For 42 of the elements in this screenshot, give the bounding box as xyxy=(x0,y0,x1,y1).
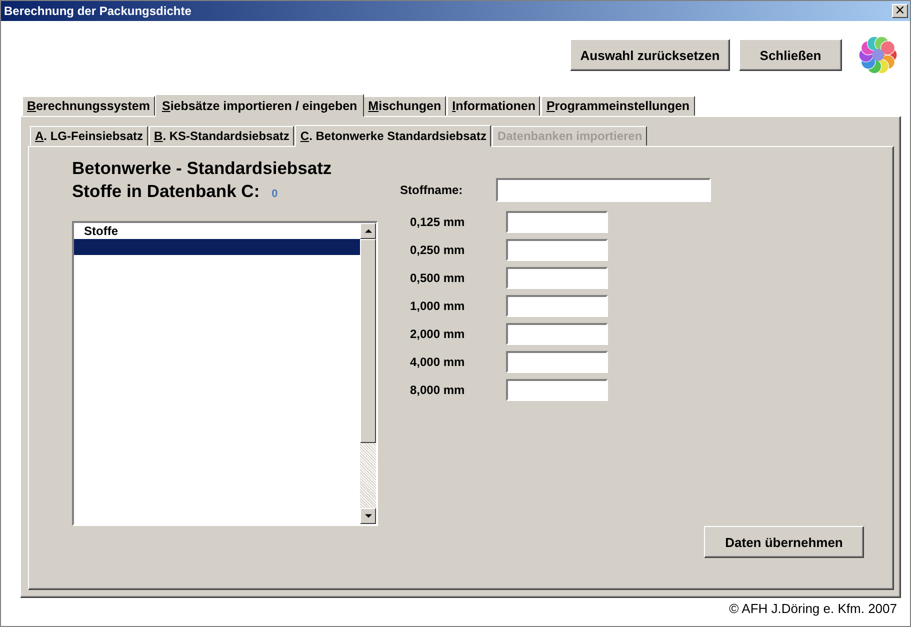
field-label: 0,250 mm xyxy=(409,243,466,257)
copyright-text: © AFH J.Döring e. Kfm. 2007 xyxy=(729,601,897,616)
tab[interactable]: B. KS-Standardsiebsatz xyxy=(149,126,294,146)
tab[interactable]: Siebsätze importieren / eingeben xyxy=(154,94,364,117)
window-title: Berechnung der Packungsdichte xyxy=(4,4,192,18)
scroll-thumb[interactable] xyxy=(360,239,376,443)
field-label: 0,500 mm xyxy=(409,271,466,285)
tab[interactable]: Informationen xyxy=(447,96,540,116)
field-label: Stoffname: xyxy=(400,183,464,197)
scrollbar[interactable] xyxy=(360,223,376,524)
input-field[interactable] xyxy=(506,295,608,317)
input-field[interactable] xyxy=(506,267,608,289)
input-field[interactable] xyxy=(506,211,608,233)
spheres-logo-icon xyxy=(858,35,898,75)
scroll-down-button[interactable] xyxy=(360,508,376,524)
apply-button[interactable]: Daten übernehmen xyxy=(704,526,864,558)
field-label: 1,000 mm xyxy=(409,299,466,313)
close-button[interactable]: × xyxy=(892,4,908,18)
column-header: Stoffe xyxy=(83,223,119,239)
input-field[interactable] xyxy=(506,379,608,401)
count-value: 0 xyxy=(272,188,278,200)
count-label: Stoffe in Datenbank C: xyxy=(72,180,260,203)
tab[interactable]: A. LG-Feinsiebsatz xyxy=(30,126,148,146)
down-triangle-icon xyxy=(364,514,372,518)
input-field[interactable] xyxy=(506,351,608,373)
heading: Betonwerke - Standardsiebsatz xyxy=(72,157,333,180)
tab[interactable]: Programmeinstellungen xyxy=(541,96,695,116)
close-dialog-button[interactable]: Schließen xyxy=(739,39,842,71)
tab[interactable]: C. Betonwerke Standardsiebsatz xyxy=(295,125,492,147)
field-label: 0,125 mm xyxy=(409,215,466,229)
scroll-up-button[interactable] xyxy=(360,223,376,239)
field-label: 2,000 mm xyxy=(409,327,466,341)
input-field[interactable] xyxy=(506,323,608,345)
up-triangle-icon xyxy=(364,229,372,233)
list-box[interactable]: Stoffe xyxy=(72,221,378,526)
name-field[interactable] xyxy=(496,178,711,202)
field-label: 8,000 mm xyxy=(409,383,466,397)
input-field[interactable] xyxy=(506,239,608,261)
tab[interactable]: Berechnungssystem xyxy=(22,96,155,116)
tab[interactable]: Mischungen xyxy=(363,96,446,116)
reset-button[interactable]: Auswahl zurücksetzen xyxy=(570,39,730,71)
field-label: 4,000 mm xyxy=(409,355,466,369)
